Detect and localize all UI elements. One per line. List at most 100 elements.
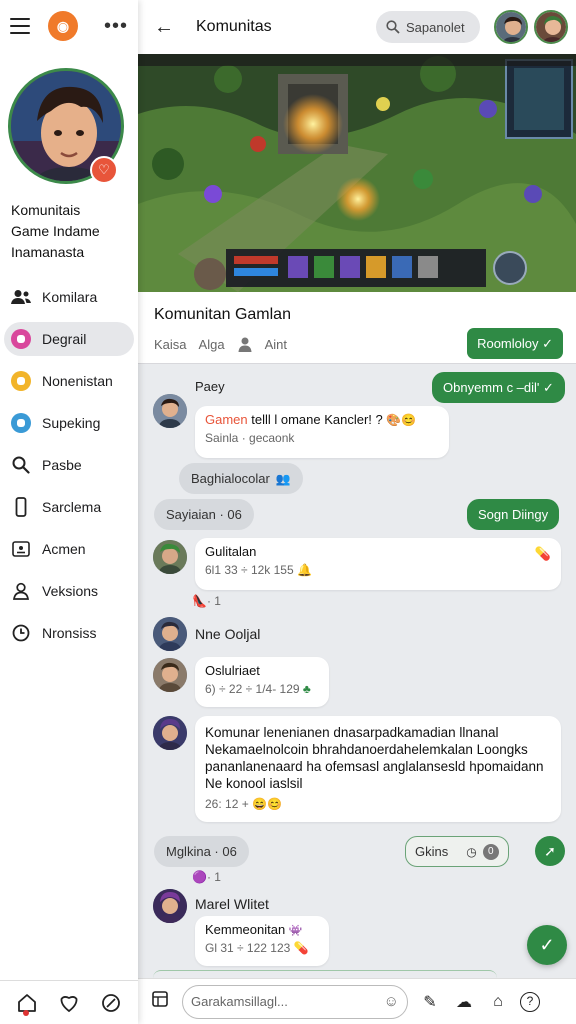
date-divider: Mglkina · 06 (154, 836, 249, 867)
community-name-line-2: Game Indame (11, 223, 100, 239)
message-meta: Sainla · gecaonk (205, 431, 295, 445)
menu-item-komilara[interactable]: Komilara (4, 280, 134, 314)
clock-icon: ◷ (466, 844, 477, 859)
menu-item-pasbe[interactable]: Pasbe (4, 448, 134, 482)
search-placeholder: Sapanolet (406, 19, 465, 35)
banner-title: Komunitan Gamlan (154, 306, 291, 323)
date-divider: Sayiaian · 06 (154, 499, 254, 530)
home-icon[interactable] (16, 992, 38, 1016)
sender-avatar[interactable] (153, 716, 187, 750)
meta-item: Alga (198, 336, 225, 352)
action-chip[interactable]: Sogn Diingy (467, 499, 560, 530)
search-icon (10, 454, 32, 476)
emoji-reaction-icons: 😄😊 (252, 797, 282, 811)
app-header: ← Komunitas Sapanolet (138, 0, 576, 54)
sender-avatar[interactable] (153, 889, 187, 923)
drawer-bottom-nav (0, 980, 138, 1024)
reaction-icon: 👠 (192, 594, 207, 608)
drawer-top-bar: ◉ ••• (0, 0, 138, 52)
help-icon[interactable]: ? (520, 991, 540, 1012)
menu-item-acmen[interactable]: Acmen (4, 532, 134, 566)
menu-label: Degrail (42, 331, 87, 347)
sender-avatar[interactable] (153, 617, 187, 651)
menu-label: Sarclema (42, 499, 102, 515)
topic-chip[interactable]: Baghialocolar 👥 (179, 463, 303, 494)
message-meta-text: 6l1 33 ÷ 12k 155 (205, 563, 294, 577)
attachment-icon[interactable] (148, 990, 172, 1013)
message-line: Komunar lenenianen dnasarpadkamadian lln… (205, 725, 499, 740)
side-drawer: ◉ ••• ♡ Komunitais Game Indame Inamanast… (0, 0, 138, 1024)
message-input[interactable]: Garakamsillagl... ☺ (182, 984, 408, 1019)
emoji-reaction-icons: 🎨😊 (386, 413, 417, 427)
banner-info-panel: Komunitan Gamlan Kaisa Alga Aint Roomlol… (138, 292, 576, 364)
message-bubble[interactable]: Gulitalan 6l1 33 ÷ 12k 155 🔔 💊 (195, 538, 561, 590)
join-button[interactable]: Roomloloy ✓ (467, 328, 563, 359)
user-avatar-1[interactable] (494, 10, 528, 44)
status-chip[interactable]: Gkins ◷ 0 (405, 836, 509, 867)
main-pane: ← Komunitas Sapanolet Komunitan Gamlan K… (138, 0, 576, 1024)
menu-label: Veksions (42, 583, 99, 599)
hamburger-menu-icon[interactable] (10, 18, 30, 34)
user-avatar-2[interactable] (534, 10, 568, 44)
menu-label: Pasbe (42, 457, 82, 473)
sender-name: Paey (195, 379, 225, 394)
message-bubble[interactable]: Kemmeonitan 👾 Gl 31 ÷ 122 123 💊 (195, 916, 329, 966)
search-icon (386, 20, 400, 34)
message-text: Gamen telll l omane Kancler! ? 🎨😊 (205, 412, 439, 427)
clock-icon (10, 622, 32, 644)
message-bubble[interactable]: Oslulriaet 6) ÷ 22 ÷ 1/4- 129 ♣ (195, 657, 329, 707)
people-emoji-icon: 👥 (275, 471, 291, 486)
meta-item: Kaisa (154, 336, 187, 352)
menu-item-sarclema[interactable]: Sarclema (4, 490, 134, 524)
message-bubble[interactable]: Gamen telll l omane Kancler! ? 🎨😊 Sainla… (195, 406, 449, 458)
filter-icon[interactable]: ⌂ (486, 993, 510, 1011)
bell-emoji-icon: 🔔 (297, 563, 312, 577)
send-shortcut-button[interactable]: ➚ (535, 836, 565, 866)
game-banner-image[interactable] (138, 54, 576, 292)
emoji-icon: 👾 (288, 925, 303, 937)
menu-item-degrail[interactable]: Degrail (4, 322, 134, 356)
sender-name: Marel Wlitet (195, 896, 269, 912)
menu-item-veksions[interactable]: Veksions (4, 574, 134, 608)
pink-chat-icon (10, 328, 32, 350)
message-meta-text: Gl 31 ÷ 122 123 (205, 941, 291, 955)
shield-heart-icon[interactable] (58, 992, 80, 1014)
topic-chip-label: Baghialocolar (191, 471, 270, 486)
sender-avatar[interactable] (153, 394, 187, 428)
sender-avatar[interactable] (153, 540, 187, 574)
message-bubble[interactable]: Komunar lenenianen dnasarpadkamadian lln… (195, 716, 561, 822)
message-meta: Gl 31 ÷ 122 123 💊 (205, 941, 319, 955)
pill-emoji-icon: 💊 (534, 546, 551, 561)
menu-item-nonenistan[interactable]: Nonenistan (4, 364, 134, 398)
menu-label: Komilara (42, 289, 98, 305)
message-title-text: Kemmeonitan (205, 922, 286, 937)
back-arrow-icon[interactable]: ← (154, 16, 174, 39)
id-card-icon (10, 538, 32, 560)
compose-fab-button[interactable]: ✓ (527, 925, 567, 965)
message-text-body: telll l omane Kancler! ? (247, 412, 383, 427)
message-line: pananlanenaard ha ofemsasl anglalansesld… (205, 759, 544, 774)
heart-badge-icon[interactable]: ♡ (90, 156, 118, 184)
count-badge-icon: 0 (482, 843, 499, 860)
drawer-menu: Komilara Degrail Nonenistan Supeking Pas… (0, 280, 138, 658)
compass-icon[interactable] (100, 992, 122, 1014)
menu-label: Acmen (42, 541, 86, 557)
brand-logo[interactable]: ◉ (48, 11, 78, 41)
sender-avatar[interactable] (153, 658, 187, 692)
reaction-count[interactable]: 🟣· 1 (192, 870, 221, 884)
message-title: Oslulriaet (205, 663, 260, 678)
chat-feed[interactable]: Obnyemm c –dil' ✓ Paey Gamen telll l oma… (138, 364, 576, 978)
pen-icon[interactable]: ✎ (418, 992, 442, 1012)
emoji-picker-icon[interactable]: ☺ (384, 993, 399, 1010)
message-meta: 26: 12 + 😄😊 (205, 796, 551, 813)
message-title: Kemmeonitan 👾 (205, 922, 319, 937)
cloud-icon[interactable]: ☁ (452, 992, 476, 1012)
reaction-count[interactable]: 👠· 1 (192, 594, 221, 608)
people-icon (10, 286, 32, 308)
search-input[interactable]: Sapanolet (376, 11, 480, 43)
menu-item-supeking[interactable]: Supeking (4, 406, 134, 440)
menu-item-nronsiss[interactable]: Nronsiss (4, 616, 134, 650)
menu-label: Nronsiss (42, 625, 97, 641)
more-options-icon[interactable]: ••• (104, 16, 128, 36)
status-chip[interactable]: Obnyemm c –dil' ✓ (432, 372, 565, 403)
